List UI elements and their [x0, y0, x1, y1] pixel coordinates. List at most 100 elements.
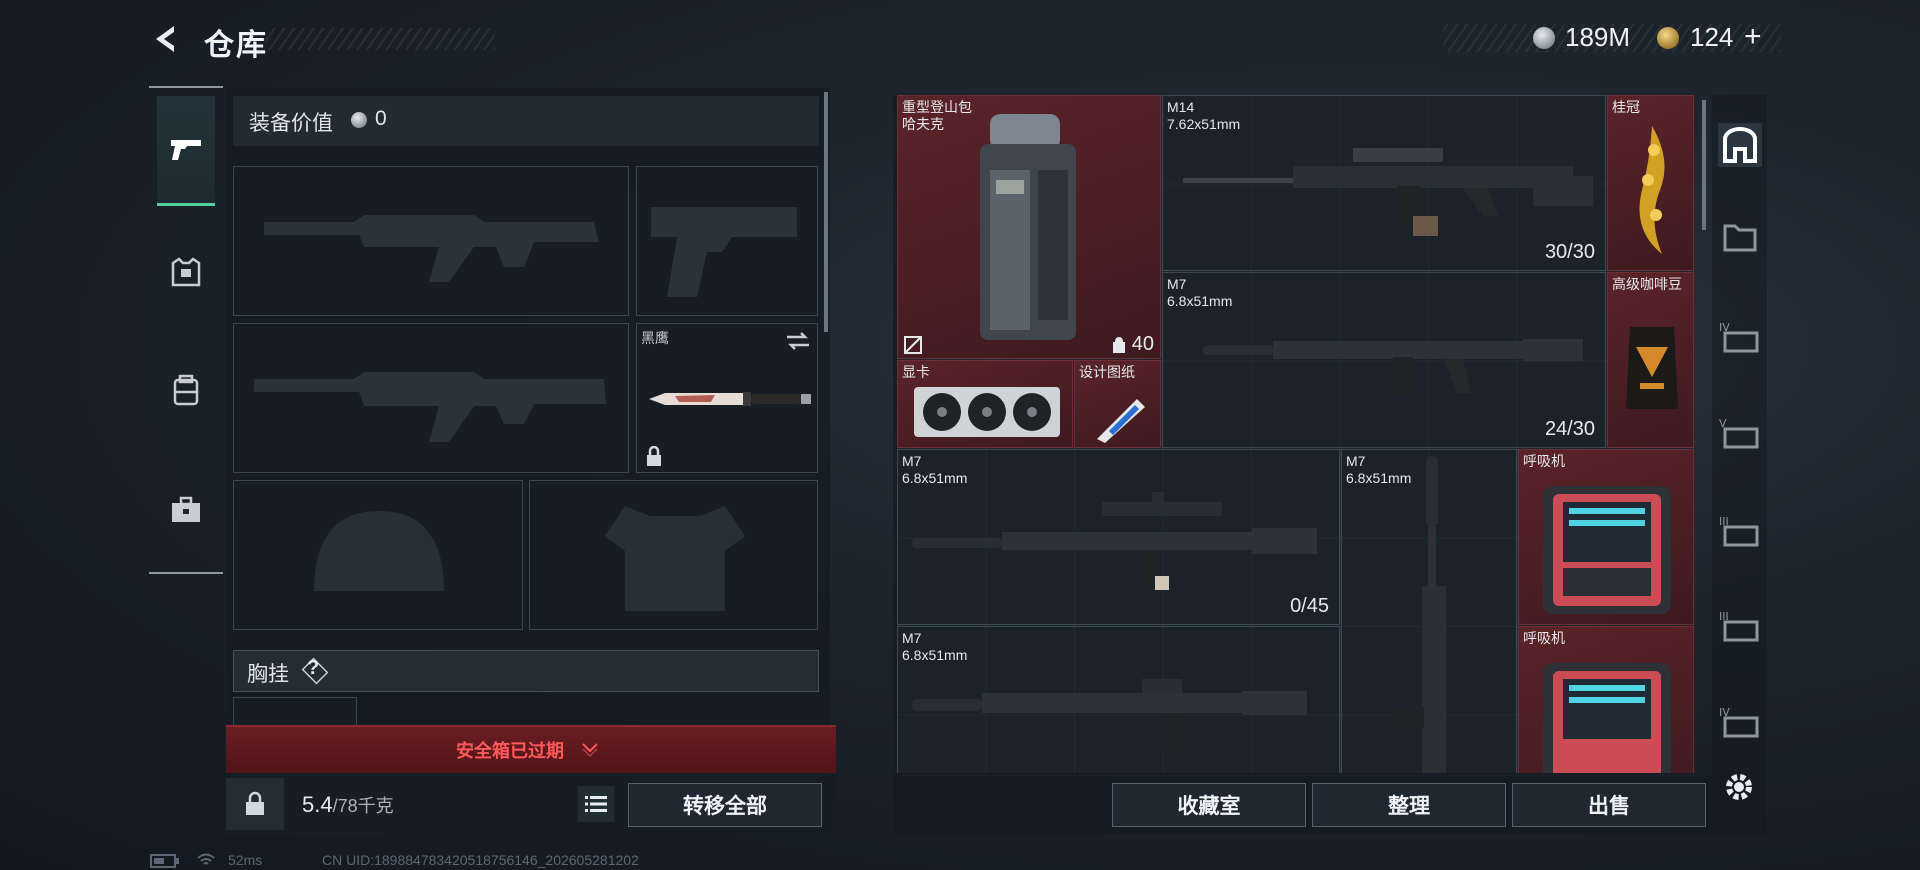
rifle-image	[1183, 148, 1593, 236]
stash-tab-2[interactable]	[1718, 214, 1762, 258]
item-name: M7	[902, 453, 922, 469]
no-insurance-icon	[904, 336, 922, 354]
folder-icon	[1723, 224, 1757, 252]
pistol-silhouette-icon	[651, 207, 797, 297]
stash-item-m7-vertical[interactable]: M7 6.8x51mm	[1341, 449, 1517, 773]
stash-item-m7[interactable]: M7 6.8x51mm 24/30	[1162, 272, 1606, 448]
sell-button[interactable]: 出售	[1512, 783, 1706, 827]
item-name: 设计图纸	[1079, 364, 1135, 380]
item-count: 40	[1131, 333, 1154, 355]
stash-item-m14[interactable]: M14 7.62x51mm 30/30	[1162, 95, 1606, 271]
transfer-all-button[interactable]: 转移全部	[628, 783, 822, 827]
add-currency-button[interactable]: +	[1744, 20, 1762, 54]
melee-slot-label: 黑鹰	[641, 330, 669, 346]
settings-button[interactable]	[1717, 765, 1761, 809]
stash-item-m7-2[interactable]: M7 6.8x51mm 0/45	[897, 449, 1340, 625]
weight-readout: 5.4/78千克	[302, 792, 394, 818]
item-count: 30/30	[1544, 241, 1595, 263]
item-name: M7	[902, 630, 922, 646]
helmet-slot[interactable]	[233, 480, 523, 630]
ventilator-image	[1543, 486, 1671, 614]
gold-coin-icon	[1657, 27, 1679, 49]
vest-icon	[171, 257, 201, 287]
primary-weapon-slot-2[interactable]	[233, 323, 629, 473]
item-name: 高级咖啡豆	[1612, 276, 1682, 292]
tier-case-icon: V	[1719, 417, 1759, 449]
stash-scrollbar[interactable]	[1702, 100, 1706, 230]
title-decoration	[265, 28, 495, 50]
blueprint-image	[1097, 399, 1145, 443]
coffee-bag-image	[1626, 327, 1678, 409]
tab-weapons[interactable]	[157, 96, 215, 206]
rifle-silhouette-icon	[264, 215, 599, 282]
stash-item-ventilator[interactable]: 呼吸机	[1518, 449, 1694, 625]
tab-backpack[interactable]	[157, 335, 215, 445]
rifle-image	[912, 679, 1307, 753]
battery-icon	[150, 854, 179, 868]
ventilator-image	[1543, 663, 1671, 773]
tier-case-icon: III	[1719, 610, 1759, 642]
stash-tab-tier-4-b[interactable]: IV	[1718, 700, 1762, 744]
chest-rig-label: 胸挂	[247, 663, 289, 686]
swap-icon[interactable]	[785, 330, 811, 352]
primary-weapon-slot-1[interactable]	[233, 166, 629, 316]
briefcase-icon	[172, 496, 200, 522]
page-title: 仓库	[204, 29, 268, 62]
rifle-silhouette-icon	[254, 372, 606, 442]
currency-gold-amount: 124	[1690, 22, 1734, 52]
item-count: 0/45	[1290, 595, 1329, 617]
tabs-bracket-bottom	[149, 572, 223, 574]
tier-case-icon: IV	[1719, 706, 1759, 738]
item-count: 24/30	[1544, 418, 1595, 440]
stash-item-backpack[interactable]: 重型登山包 哈夫克 40	[897, 95, 1161, 359]
silver-coin-icon	[1533, 27, 1555, 49]
sidearm-slot[interactable]	[636, 166, 818, 316]
chevron-down-icon	[582, 743, 598, 758]
item-name: 显卡	[902, 364, 930, 380]
armor-silhouette-icon	[605, 506, 745, 611]
stash-item-ventilator-2[interactable]: 呼吸机	[1518, 626, 1694, 773]
body-armor-slot[interactable]	[529, 480, 818, 630]
stash-item-coffee[interactable]: 高级咖啡豆	[1607, 272, 1694, 448]
uid-text: CN UID:18988478342051875614​6_2026052812…	[322, 852, 639, 868]
safebox-expired-text: 安全箱已过期	[456, 741, 564, 761]
stash-item-blueprint[interactable]: 设计图纸	[1074, 360, 1161, 448]
tab-container[interactable]	[157, 455, 215, 565]
backpack-icon	[173, 374, 199, 406]
item-sub: 哈夫克	[902, 116, 944, 132]
help-label: ?	[307, 657, 320, 679]
capacity-icon	[1113, 337, 1125, 353]
value-coin-icon	[351, 112, 367, 128]
equipment-value-label: 装备价值	[249, 112, 333, 135]
stash-tab-tier-3[interactable]: III	[1718, 509, 1762, 553]
item-name: 重型登山包	[902, 99, 972, 115]
tier-case-icon: III	[1719, 515, 1759, 547]
item-name: 呼吸机	[1523, 453, 1565, 469]
equipment-value: 0	[375, 107, 387, 130]
left-scrollbar[interactable]	[824, 92, 828, 332]
rifle-image	[1392, 456, 1446, 773]
backpack-image	[980, 114, 1076, 340]
chest-rig-slot[interactable]	[233, 697, 357, 725]
stash-tab-all[interactable]	[1718, 123, 1762, 167]
rifle-image	[912, 492, 1317, 590]
melee-slot[interactable]: 黑鹰	[636, 323, 818, 473]
list-icon	[585, 796, 607, 812]
list-view-button[interactable]	[578, 786, 614, 822]
organize-button[interactable]: 整理	[1312, 783, 1506, 827]
tabs-bracket-top	[149, 86, 223, 88]
collection-room-button[interactable]: 收藏室	[1112, 783, 1306, 827]
padlock-icon	[246, 791, 264, 815]
back-arrow-icon[interactable]	[148, 22, 182, 56]
stash-tab-tier-4[interactable]: IV	[1718, 315, 1762, 359]
stash-item-m7-3[interactable]: M7 6.8x51mm	[897, 626, 1340, 773]
stash-item-laurel[interactable]: 桂冠	[1607, 95, 1694, 271]
stash-tab-tier-3-b[interactable]: III	[1718, 604, 1762, 648]
item-name: M7	[1167, 276, 1187, 292]
tab-armor[interactable]	[157, 218, 215, 328]
stash-item-gpu[interactable]: 显卡	[897, 360, 1073, 448]
stash-tab-tier-5[interactable]: V	[1718, 411, 1762, 455]
tier-case-icon: IV	[1719, 321, 1759, 353]
item-name: 呼吸机	[1523, 630, 1565, 646]
weight-lock-button[interactable]	[226, 778, 284, 830]
